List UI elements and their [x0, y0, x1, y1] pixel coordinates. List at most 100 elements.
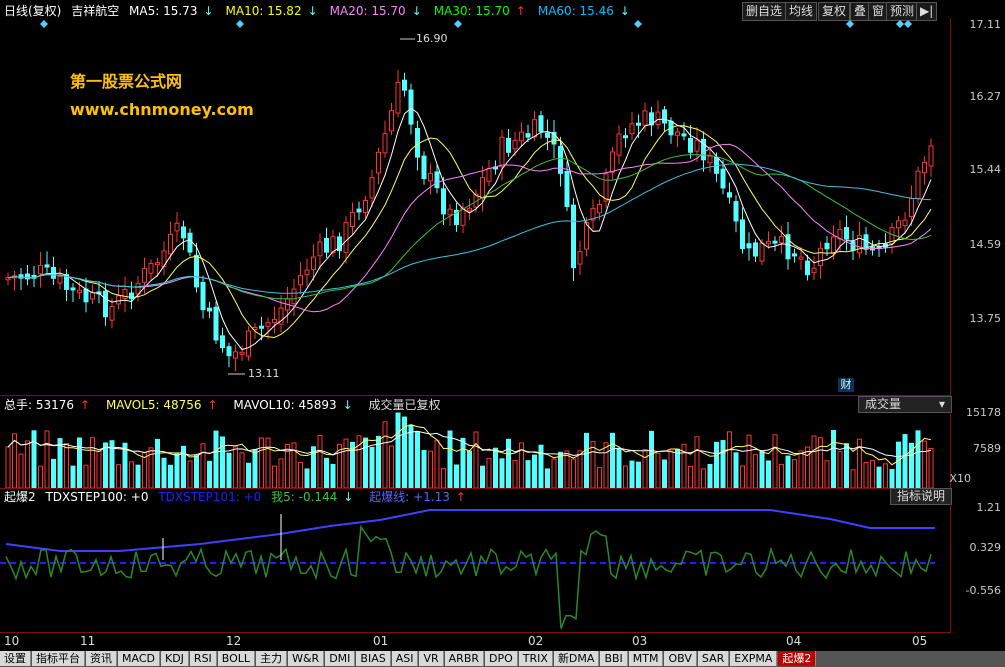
chevron-down-icon: ▾ — [938, 397, 945, 411]
volume-bar — [590, 441, 596, 488]
candle — [805, 260, 810, 276]
time-tick: 04 — [786, 634, 802, 648]
candle — [844, 227, 849, 240]
bottom-tab[interactable]: SAR — [697, 651, 730, 666]
bottom-tab[interactable]: BBI — [600, 651, 628, 666]
candle — [200, 281, 206, 311]
bottom-tab[interactable]: 新DMA — [553, 651, 600, 666]
candle — [447, 208, 453, 216]
candle — [922, 161, 927, 174]
volume-bar — [915, 430, 921, 488]
candle — [610, 151, 615, 173]
candle — [363, 199, 368, 214]
bottom-tab[interactable]: TRIX — [518, 651, 553, 666]
candle — [623, 135, 628, 139]
volume-bar — [213, 430, 219, 488]
bottom-tab[interactable]: EXPMA — [730, 651, 778, 666]
candle — [896, 220, 901, 229]
bottom-tab[interactable]: KDJ — [160, 651, 189, 666]
candle — [311, 256, 316, 270]
bottom-tab[interactable]: DMI — [325, 651, 356, 666]
candle — [720, 168, 726, 189]
bottom-tab[interactable]: OBV — [664, 651, 697, 666]
bottom-tab[interactable]: 起爆2 — [778, 651, 817, 666]
indicator-explain-button[interactable]: 指标说明 — [890, 488, 953, 505]
candle — [291, 288, 297, 305]
bottom-tab[interactable]: W&R — [288, 651, 325, 666]
candle — [135, 282, 141, 295]
diamond-marker-icon — [454, 20, 462, 28]
bottom-tab[interactable]: 主力 — [256, 651, 288, 666]
volume-bar — [785, 455, 791, 488]
volume-bar — [746, 434, 752, 488]
volume-bar — [5, 446, 11, 488]
indicator-name: 起爆2 — [4, 490, 36, 504]
volume-note: 成交量已复权 — [368, 398, 441, 412]
volume-bar — [389, 445, 394, 488]
indicator-tick: 1.21 — [976, 501, 1002, 514]
tdxstep101-label: TDXSTEP101: +0 — [158, 490, 262, 504]
volume-bar — [493, 447, 498, 488]
volume-bar — [811, 435, 817, 488]
volume-bar — [454, 464, 459, 488]
bottom-tab[interactable]: ASI — [391, 651, 419, 666]
candle — [272, 318, 277, 324]
price-tick: 13.75 — [969, 312, 1002, 325]
bottom-tab[interactable]: 资讯 — [86, 651, 117, 666]
bottom-tab[interactable]: VR — [419, 651, 444, 666]
diamond-marker-icon — [896, 20, 904, 28]
bottom-tab[interactable]: RSI — [189, 651, 217, 666]
candle — [376, 151, 381, 174]
volume-bar — [116, 464, 121, 488]
total-volume: 总手: 53176 ↑ — [4, 398, 91, 412]
time-tick: 11 — [80, 634, 96, 648]
bottom-tab[interactable]: MTM — [628, 651, 664, 666]
me5-line — [5, 524, 932, 629]
volume-bar — [571, 458, 576, 488]
candle — [798, 256, 804, 260]
candle — [915, 170, 921, 199]
volume-bar — [506, 438, 511, 488]
bottom-tab[interactable]: 设置 — [0, 651, 31, 666]
volume-bar — [545, 468, 550, 488]
bottom-tab[interactable]: DPO — [485, 651, 518, 666]
time-tick: 01 — [373, 634, 389, 648]
mavol10-label: MAVOL10: 45893 ↓ — [233, 398, 353, 412]
volume-bar — [727, 431, 732, 488]
volume-bar — [649, 430, 654, 488]
bottom-tab[interactable]: BOLL — [217, 651, 256, 666]
volume-bar — [200, 443, 206, 488]
volume-bar — [174, 453, 180, 488]
volume-bar — [395, 412, 401, 488]
volume-bar — [486, 457, 492, 488]
volume-bar — [532, 454, 537, 488]
candle — [421, 155, 427, 180]
bottom-tab[interactable]: 指标平台 — [32, 651, 85, 666]
high-price-label: 16.90 — [416, 32, 448, 45]
volume-bar — [441, 468, 446, 488]
launch-line — [5, 509, 935, 552]
me5-label: 我5: -0.144 ↓ — [271, 490, 354, 504]
candle — [629, 123, 635, 135]
volume-selector-dropdown[interactable]: 成交量 ▾ — [858, 396, 952, 413]
candle — [226, 346, 232, 357]
volume-bar — [194, 455, 199, 488]
candle — [616, 133, 622, 156]
volume-chart — [5, 412, 934, 488]
candle — [330, 236, 336, 253]
volume-bar — [824, 460, 830, 488]
candle — [38, 264, 43, 275]
volume-bar — [636, 461, 641, 488]
period-label: 日线(复权) — [4, 4, 62, 18]
bottom-tab[interactable]: MACD — [118, 651, 160, 666]
volume-bar — [675, 448, 680, 488]
volume-bar — [889, 469, 895, 488]
candle — [395, 81, 401, 114]
finance-marker[interactable]: 财 — [838, 378, 854, 392]
bottom-tab[interactable]: ARBR — [444, 651, 485, 666]
bottom-tab[interactable]: BIAS — [356, 651, 391, 666]
indicator-tab-bar: 设置 指标平台 资讯 MACD KDJ RSI BOLL 主力 W&R DMI BIAS ASI VR A… — [0, 651, 1005, 667]
candle — [181, 226, 186, 239]
candle — [441, 188, 446, 215]
candle — [655, 111, 661, 125]
